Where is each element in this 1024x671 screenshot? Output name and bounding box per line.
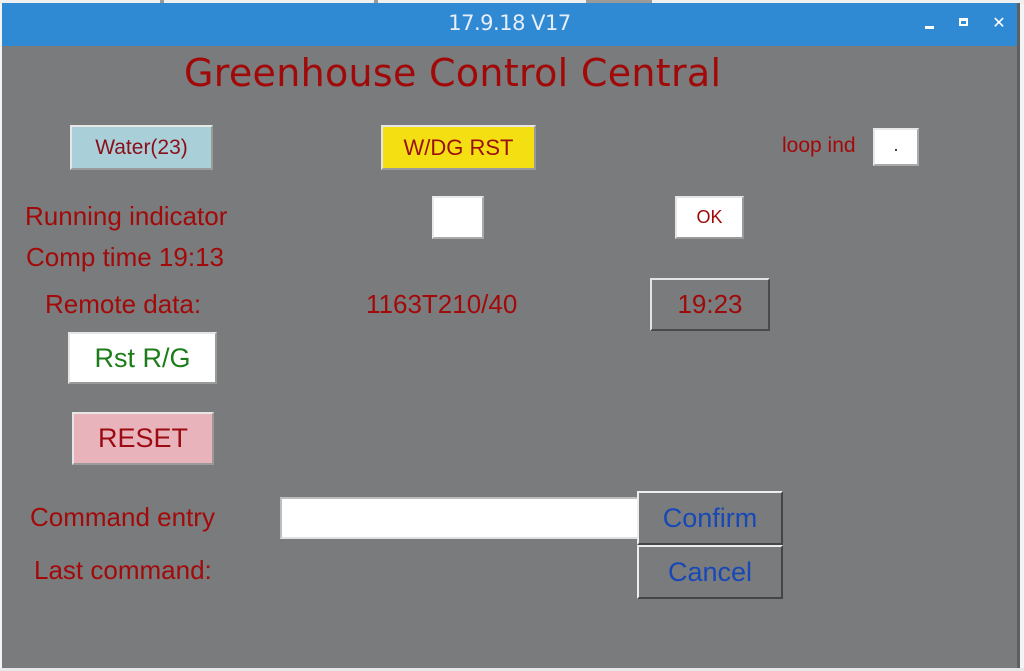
command-entry-label: Command entry [30, 502, 215, 532]
app-window: 17.9.18 V17 ✕ Greenhouse Control Central… [2, 3, 1020, 668]
running-indicator-box [432, 196, 484, 239]
close-icon: ✕ [992, 13, 1006, 32]
remote-time-display: 19:23 [650, 278, 770, 331]
minimize-button[interactable] [920, 13, 940, 33]
reset-button[interactable]: RESET [72, 412, 214, 465]
command-entry-input[interactable] [280, 497, 640, 539]
comp-time-label: Comp time 19:13 [26, 242, 224, 272]
watchdog-reset-button[interactable]: W/DG RST [381, 125, 536, 170]
running-indicator-label: Running indicator [25, 201, 228, 231]
water-button[interactable]: Water(23) [70, 125, 213, 170]
loop-indicator-value: . [873, 128, 919, 166]
confirm-button[interactable]: Confirm [637, 491, 783, 545]
maximize-icon [959, 18, 968, 26]
cancel-button[interactable]: Cancel [637, 545, 783, 599]
window-title: 17.9.18 V17 [448, 11, 571, 35]
page-title: Greenhouse Control Central [184, 51, 722, 95]
last-command-label: Last command: [34, 555, 212, 585]
ok-button[interactable]: OK [675, 196, 744, 239]
loop-indicator-label: loop ind [782, 134, 856, 157]
title-bar[interactable]: 17.9.18 V17 ✕ [2, 3, 1017, 46]
reset-rg-button[interactable]: Rst R/G [68, 332, 217, 384]
maximize-button[interactable] [955, 13, 975, 33]
close-button[interactable]: ✕ [989, 13, 1009, 33]
remote-data-label: Remote data: [45, 289, 202, 319]
minimize-icon [925, 26, 934, 29]
remote-data-value: 1163T210/40 [366, 289, 518, 319]
